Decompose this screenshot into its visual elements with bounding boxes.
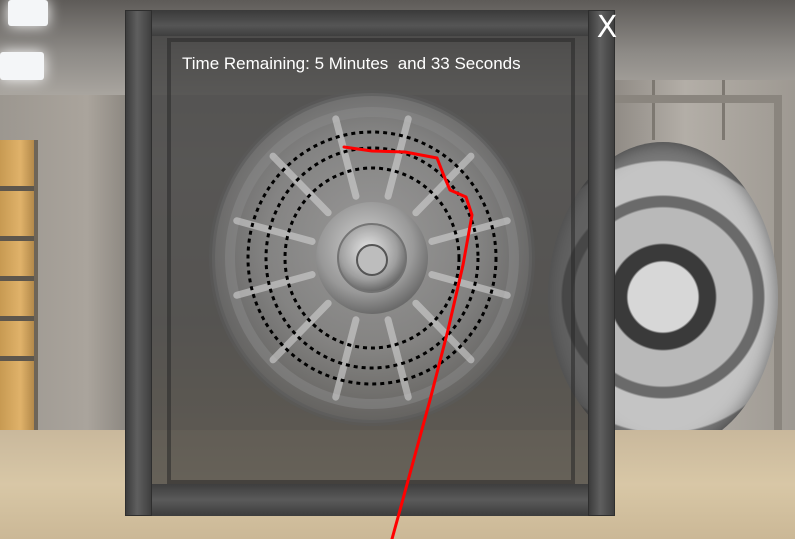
vault-dial-icon[interactable] bbox=[209, 90, 535, 426]
vault-hub-knob bbox=[356, 244, 388, 276]
vault-dial-puzzle[interactable] bbox=[0, 0, 795, 539]
